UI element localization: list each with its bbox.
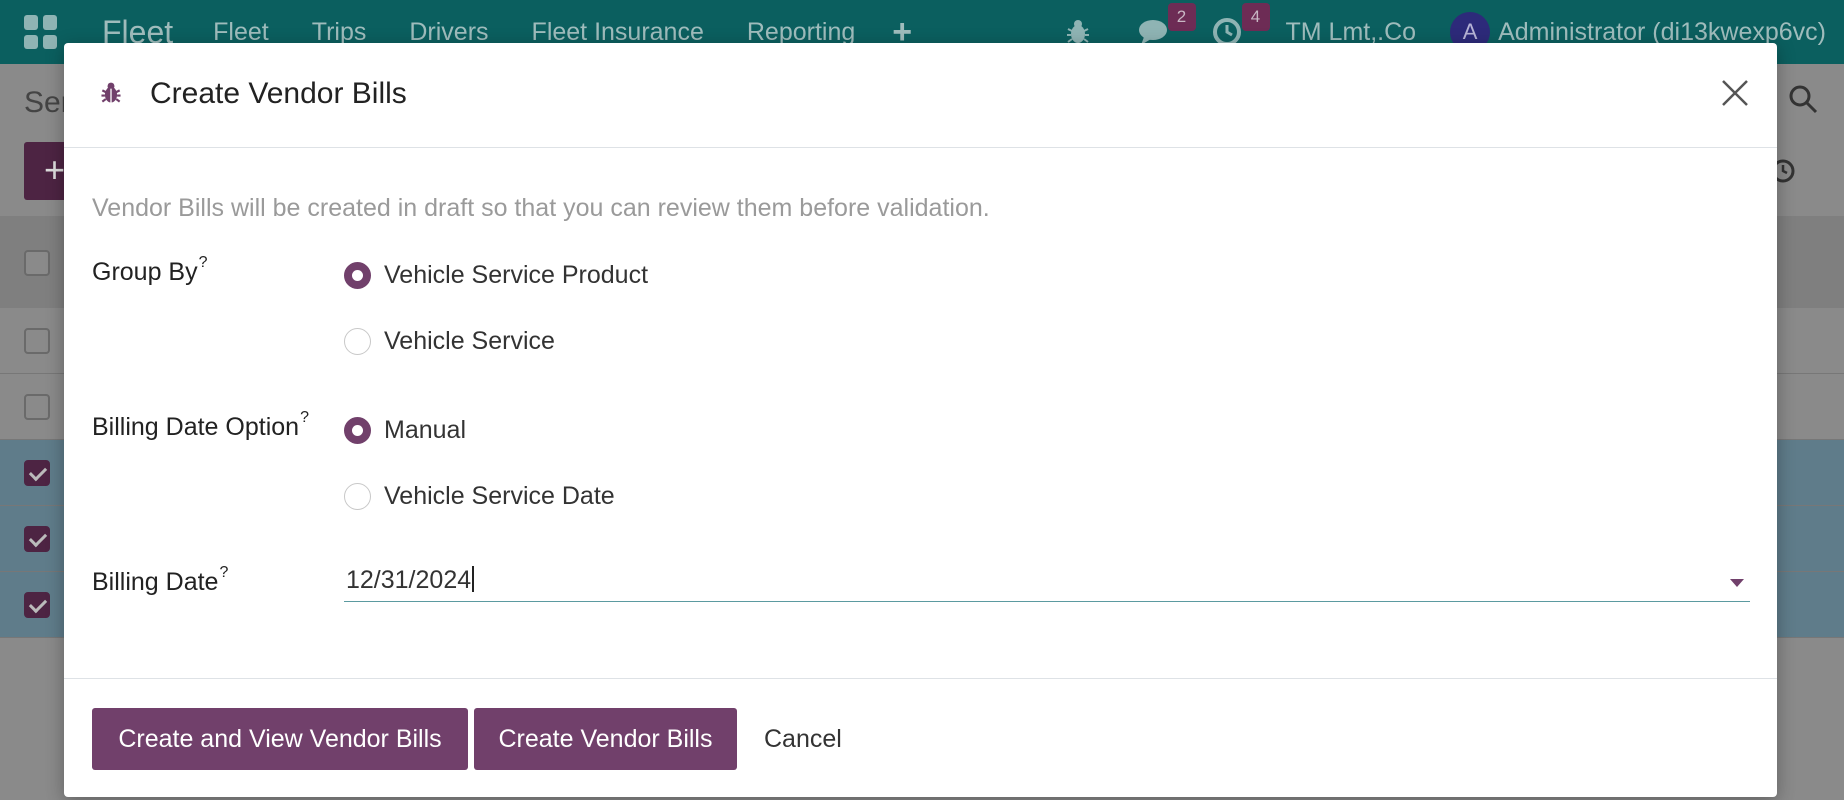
radio-button[interactable] (344, 327, 371, 355)
debug-bug-icon[interactable] (98, 80, 124, 106)
help-tooltip-icon[interactable]: ? (300, 409, 309, 426)
create-and-view-vendor-bills-button[interactable]: Create and View Vendor Bills (92, 708, 468, 770)
apps-menu-icon[interactable] (24, 15, 58, 49)
messages-badge: 2 (1167, 3, 1196, 31)
row-checkbox[interactable] (24, 526, 50, 552)
radio-button-checked[interactable] (344, 261, 371, 289)
billing-date-option-label: Billing Date Option? (92, 409, 309, 442)
radio-label[interactable]: Vehicle Service Date (384, 482, 615, 511)
dialog-title: Create Vendor Bills (150, 77, 407, 110)
radio-label[interactable]: Vehicle Service (384, 327, 555, 356)
radio-manual[interactable]: Manual (344, 415, 466, 445)
help-tooltip-icon[interactable]: ? (219, 564, 228, 581)
group-by-label-text: Group By (92, 258, 198, 286)
row-checkbox[interactable] (24, 328, 50, 354)
radio-label[interactable]: Manual (384, 416, 466, 445)
create-vendor-bills-dialog: Create Vendor Bills Vendor Bills will be… (64, 43, 1777, 797)
row-checkbox[interactable] (24, 592, 50, 618)
row-checkbox[interactable] (24, 394, 50, 420)
text-cursor (472, 566, 475, 592)
billing-date-option-label-text: Billing Date Option (92, 413, 300, 441)
create-vendor-bills-button[interactable]: Create Vendor Bills (474, 708, 737, 770)
activities-badge: 4 (1241, 3, 1270, 31)
dialog-header: Create Vendor Bills (64, 43, 1777, 148)
cancel-button[interactable]: Cancel (764, 708, 842, 770)
dropdown-caret-icon[interactable] (1730, 579, 1744, 587)
dialog-intro-text: Vendor Bills will be created in draft so… (92, 194, 990, 222)
radio-label[interactable]: Vehicle Service Product (384, 261, 648, 290)
search-icon[interactable] (1788, 84, 1818, 114)
billing-date-input[interactable]: 12/31/2024 (344, 562, 1750, 602)
group-by-label: Group By? (92, 254, 208, 287)
row-checkbox[interactable] (24, 460, 50, 486)
billing-date-text: 12/31/2024 (346, 566, 472, 594)
radio-vehicle-service-product[interactable]: Vehicle Service Product (344, 260, 648, 290)
help-tooltip-icon[interactable]: ? (199, 254, 208, 271)
dialog-footer: Create and View Vendor Bills Create Vend… (64, 678, 1777, 797)
radio-button-checked[interactable] (344, 416, 371, 444)
close-icon[interactable] (1719, 77, 1751, 109)
billing-date-label-text: Billing Date (92, 568, 219, 596)
radio-button[interactable] (344, 482, 371, 510)
billing-date-value[interactable]: 12/31/2024 (346, 566, 475, 595)
select-all-checkbox[interactable] (24, 250, 50, 276)
radio-vehicle-service-date[interactable]: Vehicle Service Date (344, 481, 615, 511)
radio-vehicle-service[interactable]: Vehicle Service (344, 326, 555, 356)
billing-date-label: Billing Date? (92, 564, 228, 597)
